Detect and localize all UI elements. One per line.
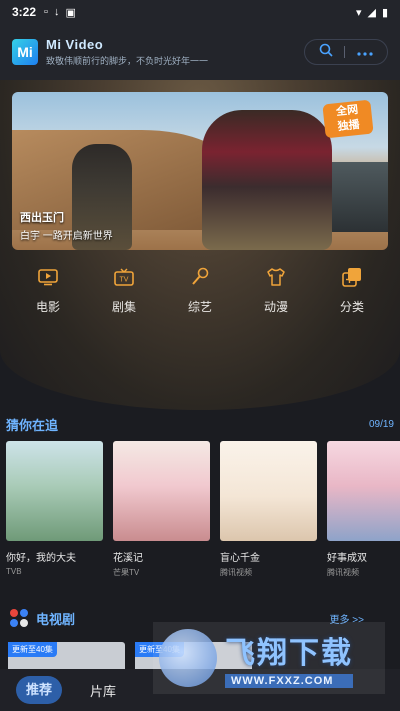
banner-subtitle: 白宇 一路开启新世界 [20,231,113,242]
poster-title: 好事成双 [327,553,367,564]
category-label: 剧集 [111,300,136,314]
category-label: 综艺 [187,300,212,314]
watermark-logo [159,629,217,687]
banner-caption: 西出玉门 白宇 一路开启新世界 [20,209,113,242]
site-watermark: 飞翔下载 WWW.FXXZ.COM [153,622,385,694]
category-variety[interactable]: 综艺 [170,266,230,326]
status-notification-icons: ▫ ↓ ▣ [44,6,76,19]
svg-text:TV: TV [120,277,129,284]
poster-image [113,441,210,541]
brand: Mi Video 致敬伟顺前行的脚步，不负时光好年一一 [46,37,208,67]
section-logo-icon [8,607,30,629]
status-bar: 3:22 ▫ ↓ ▣ ▾ ◢ ▮ [0,0,400,24]
poster-source: 芒果TV [113,568,140,577]
category-classify[interactable]: 分类 [322,266,382,326]
watermark-text: 飞翔下载 WWW.FXXZ.COM [225,628,353,688]
section-title: 电视剧 [36,611,76,627]
tv-icon [37,266,59,288]
tab-library[interactable]: 片库 [90,681,116,700]
poster-source: TVB [6,567,22,576]
category-movie[interactable]: 电影 [18,266,78,326]
continue-watching-header: 猜你在追 09/19 [6,416,394,433]
header-actions [304,39,388,65]
section-date: 09/19 [368,418,394,430]
poster-title: 花溪记 [113,553,143,564]
category-label: 分类 [339,300,364,314]
poster-title: 盲心千金 [220,553,260,564]
tab-recommend[interactable]: 推荐 [16,676,62,704]
microphone-icon [189,266,211,288]
poster-title: 你好，我的大夫 [6,553,76,564]
banner-figure-right [202,110,332,250]
update-badge: 更新至40集 [8,642,57,657]
series-card[interactable]: 更新至40集 [8,642,125,672]
search-icon[interactable] [319,43,333,62]
watermark-url: WWW.FXXZ.COM [225,674,353,688]
media-icon: ▣ [65,6,76,19]
status-system-icons: ▾ ◢ ▮ [356,6,388,19]
download-icon: ↓ [53,6,60,18]
app-name: Mi Video [46,37,104,52]
app-slogan: 致敬伟顺前行的脚步，不负时光好年一一 [46,56,209,66]
poster-image [6,441,103,541]
category-nav: 电影 TV 剧集 综艺 动漫 分类 [0,266,400,326]
battery-icon: ▮ [381,6,388,19]
signal-icon: ◢ [367,6,376,19]
category-label: 电影 [35,300,60,314]
actions-divider [344,46,346,58]
tv-set-icon: TV [113,266,135,288]
category-label: 动漫 [263,300,288,314]
continue-watching-list: 你好，我的大夫 TVB 花溪记 芒果TV 盲心千金 腾讯视频 好事成双 腾讯视频 [6,441,400,579]
poster-source: 腾讯视频 [327,568,359,577]
poster-image [220,441,317,541]
wifi-icon: ▾ [355,6,362,19]
poster-image [327,441,400,541]
app-header: Mi Mi Video 致敬伟顺前行的脚步，不负时光好年一一 [0,24,400,80]
poster-source: 腾讯视频 [220,568,252,577]
banner-title: 西出玉门 [20,212,64,224]
status-time: 3:22 [12,5,37,19]
featured-banner[interactable]: 全网 独播 西出玉门 白宇 一路开启新世界 [12,92,388,250]
exclusive-badge: 全网 独播 [322,99,374,139]
poster-card[interactable]: 花溪记 芒果TV [113,441,210,579]
notification-icon: ▫ [44,6,48,18]
poster-card[interactable]: 你好，我的大夫 TVB [6,441,103,579]
tshirt-icon [265,266,287,288]
app-logo[interactable]: Mi [12,39,38,65]
category-anime[interactable]: 动漫 [246,266,306,326]
poster-card[interactable]: 好事成双 腾讯视频 [327,441,400,579]
watermark-title: 飞翔下载 [225,637,353,670]
section-title: 猜你在追 [6,417,59,433]
more-icon[interactable] [357,43,373,61]
layers-icon [341,266,363,288]
category-series[interactable]: TV 剧集 [94,266,154,326]
poster-card[interactable]: 盲心千金 腾讯视频 [220,441,317,579]
